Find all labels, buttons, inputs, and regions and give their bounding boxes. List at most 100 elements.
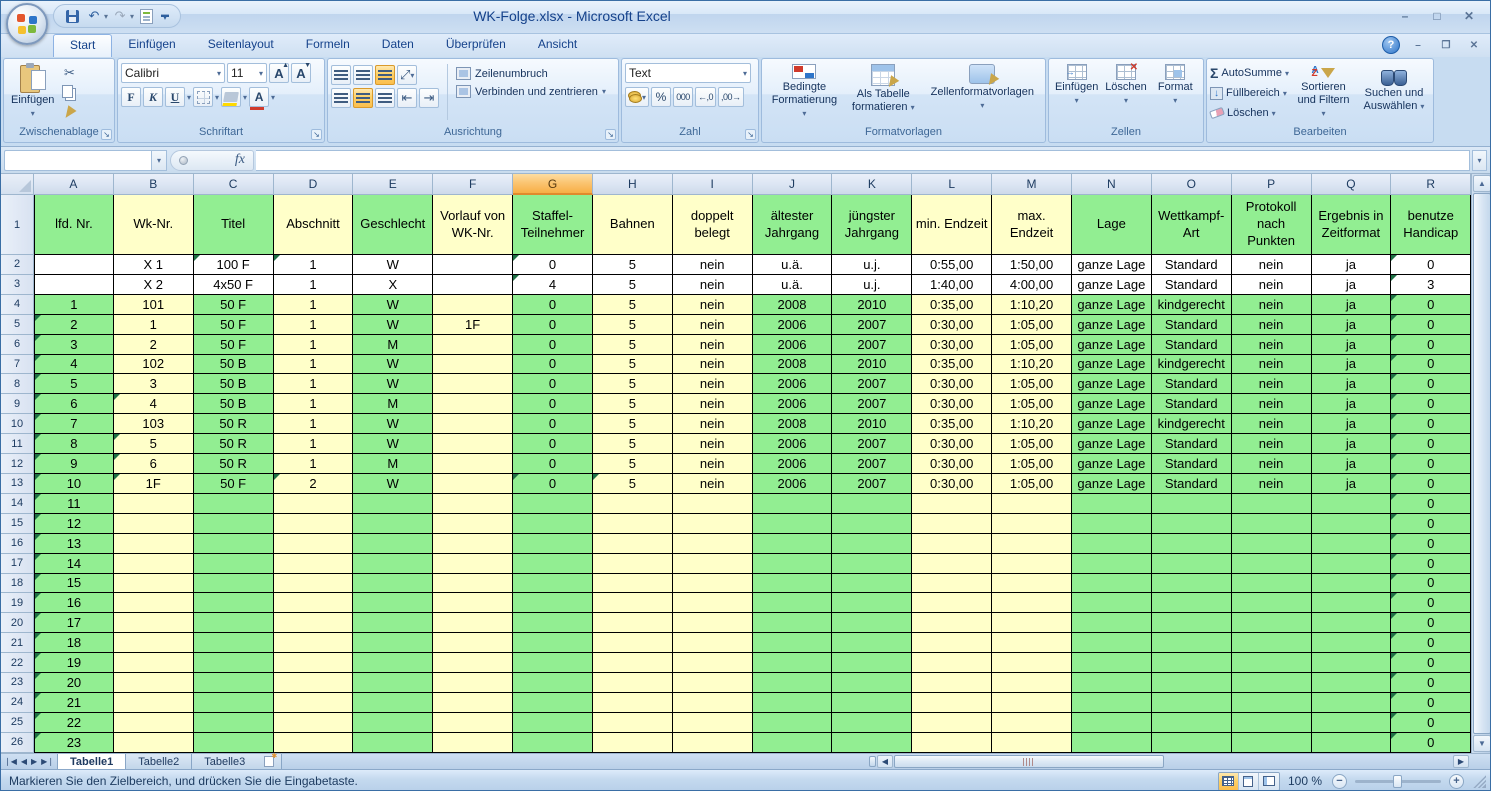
cell-A15[interactable]: 12 — [34, 514, 114, 534]
sheet-tab-tabelle3[interactable]: Tabelle3 — [191, 754, 258, 769]
cell-A19[interactable]: 16 — [34, 593, 114, 613]
cell-I8[interactable]: nein — [673, 374, 753, 394]
cell-G23[interactable] — [513, 673, 593, 693]
cell-K5[interactable]: 2007 — [832, 315, 912, 335]
row-header-10[interactable]: 10 — [1, 414, 34, 434]
cell-O10[interactable]: kindgerecht — [1152, 414, 1232, 434]
cell-M6[interactable]: 1:05,00 — [992, 335, 1072, 355]
cell-Q25[interactable] — [1312, 713, 1392, 733]
cell-Q11[interactable]: ja — [1312, 434, 1392, 454]
cell-O8[interactable]: Standard — [1152, 374, 1232, 394]
cell-O21[interactable] — [1152, 633, 1232, 653]
cell-Q23[interactable] — [1312, 673, 1392, 693]
cell-Q14[interactable] — [1312, 494, 1392, 514]
first-sheet-button[interactable]: ❘◀ — [4, 757, 17, 766]
cell-G7[interactable]: 0 — [513, 355, 593, 375]
cell-A18[interactable]: 15 — [34, 574, 114, 594]
cell-styles-button[interactable]: Zellenformatvorlagen ▾ — [923, 62, 1042, 122]
cell-K6[interactable]: 2007 — [832, 335, 912, 355]
horizontal-scrollbar[interactable] — [893, 755, 1453, 768]
cell-L20[interactable] — [912, 613, 992, 633]
cell-F20[interactable] — [433, 613, 513, 633]
cell-K13[interactable]: 2007 — [832, 474, 912, 494]
cell-B22[interactable] — [114, 653, 194, 673]
cell-H20[interactable] — [593, 613, 673, 633]
cell-Q3[interactable]: ja — [1312, 275, 1392, 295]
cell-F1[interactable]: Vorlauf von WK-Nr. — [433, 195, 513, 255]
percent-style-button[interactable]: % — [651, 87, 671, 107]
cell-O11[interactable]: Standard — [1152, 434, 1232, 454]
cell-O25[interactable] — [1152, 713, 1232, 733]
zoom-level[interactable]: 100 % — [1288, 774, 1322, 788]
cell-K10[interactable]: 2010 — [832, 414, 912, 434]
cell-I11[interactable]: nein — [673, 434, 753, 454]
cell-L2[interactable]: 0:55,00 — [912, 255, 992, 275]
tab-einfuegen[interactable]: Einfügen — [112, 34, 191, 57]
cell-D25[interactable] — [274, 713, 354, 733]
cell-E7[interactable]: W — [353, 355, 433, 375]
cell-G13[interactable]: 0 — [513, 474, 593, 494]
cell-I26[interactable] — [673, 733, 753, 753]
cell-F5[interactable]: 1F — [433, 315, 513, 335]
cell-O15[interactable] — [1152, 514, 1232, 534]
column-header-I[interactable]: I — [673, 174, 753, 195]
cell-C25[interactable] — [194, 713, 274, 733]
cell-J6[interactable]: 2006 — [753, 335, 833, 355]
cell-P1[interactable]: Protokoll nach Punkten — [1232, 195, 1312, 255]
cell-J16[interactable] — [753, 534, 833, 554]
cell-R16[interactable]: 0 — [1391, 534, 1471, 554]
font-size-select[interactable]: 11▾ — [227, 63, 267, 83]
cell-F13[interactable] — [433, 474, 513, 494]
delete-cells-button[interactable]: Löschen▾ — [1102, 62, 1150, 122]
cell-J5[interactable]: 2006 — [753, 315, 833, 335]
cell-I16[interactable] — [673, 534, 753, 554]
cell-R3[interactable]: 3 — [1391, 275, 1471, 295]
cell-R23[interactable]: 0 — [1391, 673, 1471, 693]
cell-R12[interactable]: 0 — [1391, 454, 1471, 474]
cell-K20[interactable] — [832, 613, 912, 633]
cell-N26[interactable] — [1072, 733, 1152, 753]
cell-D5[interactable]: 1 — [274, 315, 354, 335]
grow-font-button[interactable]: A▲ — [269, 63, 289, 83]
cell-K1[interactable]: jüngster Jahrgang — [832, 195, 912, 255]
cell-O16[interactable] — [1152, 534, 1232, 554]
row-header-25[interactable]: 25 — [1, 713, 34, 733]
cell-N24[interactable] — [1072, 693, 1152, 713]
cell-B12[interactable]: 6 — [114, 454, 194, 474]
column-header-G[interactable]: G — [513, 174, 593, 195]
cell-F17[interactable] — [433, 554, 513, 574]
align-left-button[interactable] — [331, 88, 351, 108]
cell-E3[interactable]: X — [353, 275, 433, 295]
row-header-17[interactable]: 17 — [1, 554, 34, 574]
cell-N18[interactable] — [1072, 574, 1152, 594]
cell-N12[interactable]: ganze Lage — [1072, 454, 1152, 474]
cell-M11[interactable]: 1:05,00 — [992, 434, 1072, 454]
cell-P6[interactable]: nein — [1232, 335, 1312, 355]
cell-L14[interactable] — [912, 494, 992, 514]
cell-A14[interactable]: 11 — [34, 494, 114, 514]
cell-G22[interactable] — [513, 653, 593, 673]
cell-M19[interactable] — [992, 593, 1072, 613]
copy-button[interactable] — [58, 83, 80, 102]
cell-H4[interactable]: 5 — [593, 295, 673, 315]
cell-C24[interactable] — [194, 693, 274, 713]
orientation-button[interactable]: ⤢▾ — [397, 65, 417, 85]
cell-M4[interactable]: 1:10,20 — [992, 295, 1072, 315]
cell-B13[interactable]: 1F — [114, 474, 194, 494]
cell-P15[interactable] — [1232, 514, 1312, 534]
column-header-O[interactable]: O — [1152, 174, 1232, 195]
row-header-5[interactable]: 5 — [1, 315, 34, 335]
cell-Q7[interactable]: ja — [1312, 355, 1392, 375]
cell-N3[interactable]: ganze Lage — [1072, 275, 1152, 295]
cell-I19[interactable] — [673, 593, 753, 613]
cell-C10[interactable]: 50 R — [194, 414, 274, 434]
cell-E6[interactable]: M — [353, 335, 433, 355]
cell-I13[interactable]: nein — [673, 474, 753, 494]
cell-I12[interactable]: nein — [673, 454, 753, 474]
cell-F24[interactable] — [433, 693, 513, 713]
middle-align-button[interactable] — [353, 65, 373, 85]
cell-R1[interactable]: benutze Handicap — [1391, 195, 1471, 255]
cell-Q26[interactable] — [1312, 733, 1392, 753]
cell-P9[interactable]: nein — [1232, 394, 1312, 414]
cell-O24[interactable] — [1152, 693, 1232, 713]
